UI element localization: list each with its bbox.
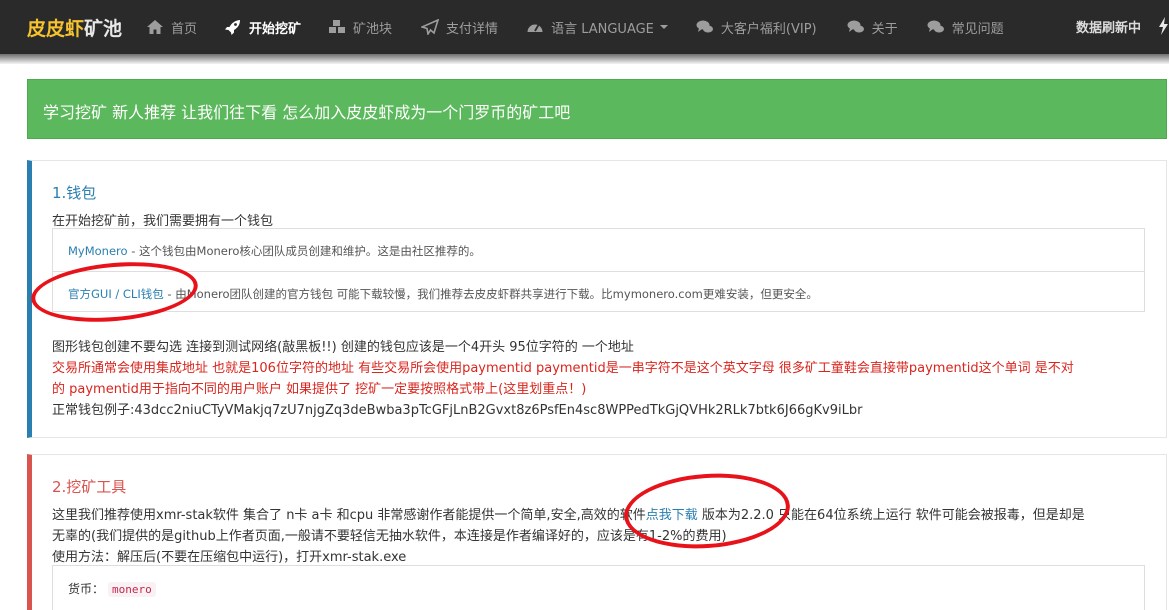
- nav-item-start-mining[interactable]: 开始挖矿: [224, 0, 301, 54]
- tools-description-line2: 无辜的(我们提供的是github上作者页面,一般请不要轻信无抽水软件，本连接是作…: [52, 529, 727, 544]
- nav-item-faq[interactable]: 常见问题: [927, 0, 1004, 54]
- cubes-icon: [328, 19, 346, 35]
- home-icon: [146, 19, 164, 35]
- wallet-panel: 1.钱包 在开始挖矿前，我们需要拥有一个钱包 MyMonero - 这个钱包由M…: [27, 160, 1167, 438]
- navbar-shadow: [0, 54, 1169, 64]
- brand-name-part1: 皮皮虾: [27, 18, 85, 40]
- coin-row: 货币： monero: [68, 580, 156, 597]
- paper-plane-icon: [421, 19, 440, 35]
- nav-item-payments[interactable]: 支付详情: [421, 0, 498, 54]
- nav-item-vip[interactable]: 大客户福利(VIP): [696, 0, 817, 54]
- data-refresh-status: 数据刷新中: [1076, 21, 1142, 36]
- nav-item-about[interactable]: 关于: [847, 0, 898, 54]
- bolt-icon: [1158, 17, 1169, 35]
- comments-icon: [696, 19, 714, 35]
- tools-description-line1: 这里我们推荐使用xmr-stak软件 集合了 n卡 a卡 和cpu 非常感谢作者…: [52, 504, 1085, 523]
- brand-logo[interactable]: 皮皮虾矿池: [27, 14, 122, 41]
- wallet-intro: 在开始挖矿前，我们需要拥有一个钱包: [52, 214, 274, 229]
- nav-item-label: 支付详情: [446, 21, 499, 37]
- dashboard-icon: [526, 19, 544, 35]
- coin-config-box: 货币： monero: [52, 565, 1145, 610]
- caret-down-icon: [659, 25, 668, 29]
- brand-name-part2: 矿池: [84, 18, 123, 40]
- nav-item-home[interactable]: 首页: [146, 0, 197, 54]
- coin-label: 货币：: [68, 582, 105, 596]
- nav-item-label: 关于: [871, 21, 898, 37]
- list-item-description: - 由Monero团队创建的官方钱包 可能下载较慢，我们推荐去皮皮虾群共享进行下…: [163, 287, 818, 301]
- mining-tools-panel: 2.挖矿工具 这里我们推荐使用xmr-stak软件 集合了 n卡 a卡 和cpu…: [27, 454, 1167, 610]
- top-navbar: 皮皮虾矿池 首页 开始挖矿 矿池块 支付详情 语言 LANGUAGE 大客户福利…: [0, 0, 1169, 54]
- nav-item-label: 大客户福利(VIP): [720, 21, 817, 37]
- exchange-warning-line2: 的 paymentid用于指向不同的用户账户 如果提供了 挖矿一定要按照格式带上…: [52, 382, 587, 397]
- list-item: MyMonero - 这个钱包由Monero核心团队成员创建和维护。这是由社区推…: [53, 229, 1144, 271]
- wallet-example-label: 正常钱包例子:: [52, 403, 135, 418]
- wallet-example: 正常钱包例子:43dcc2niuCTyVMakjq7zU7njgZq3deBwb…: [52, 399, 862, 418]
- list-item-description: - 这个钱包由Monero核心团队成员创建和维护。这是由社区推荐的。: [127, 244, 481, 258]
- banner-text: 学习挖矿 新人推荐 让我们往下看 怎么加入皮皮虾成为一个门罗币的矿工吧: [43, 103, 571, 122]
- rocket-icon: [224, 19, 242, 35]
- comments-icon: [927, 19, 945, 35]
- nav-item-pool-blocks[interactable]: 矿池块: [328, 0, 392, 54]
- exchange-warning-line1: 交易所通常会使用集成地址 也就是106位字符的地址 有些交易所会使用paymen…: [52, 361, 1074, 376]
- nav-item-label: 矿池块: [353, 21, 393, 37]
- mymonero-link[interactable]: MyMonero: [68, 244, 128, 258]
- nav-item-label: 首页: [171, 21, 198, 37]
- tools-usage: 使用方法：解压后(不要在压缩包中运行)，打开xmr-stak.exe: [52, 550, 407, 565]
- tools-description-text: 这里我们推荐使用xmr-stak软件 集合了 n卡 a卡 和cpu 非常感谢作者…: [52, 508, 646, 523]
- wallet-options-list: MyMonero - 这个钱包由Monero核心团队成员创建和维护。这是由社区推…: [52, 228, 1145, 312]
- comments-icon: [847, 19, 865, 35]
- nav-item-language-dropdown[interactable]: 语言 LANGUAGE: [526, 0, 668, 54]
- nav-item-label: 开始挖矿: [249, 21, 302, 37]
- wallet-section-title: 1.钱包: [52, 184, 97, 202]
- nav-item-label: 常见问题: [951, 21, 1004, 37]
- intro-banner: 学习挖矿 新人推荐 让我们往下看 怎么加入皮皮虾成为一个门罗币的矿工吧: [27, 79, 1167, 139]
- nav-item-label: 语言 LANGUAGE: [551, 21, 654, 37]
- wallet-note: 图形钱包创建不要勾选 连接到测试网络(敲黑板!!) 创建的钱包应该是一个4开头 …: [52, 340, 634, 355]
- list-item: 官方GUI / CLI钱包 - 由Monero团队创建的官方钱包 可能下载较慢，…: [53, 271, 1144, 313]
- coin-value: monero: [108, 582, 156, 597]
- wallet-example-address: 43dcc2niuCTyVMakjq7zU7njgZq3deBwba3pTcGF…: [134, 403, 863, 418]
- mining-tools-section-title: 2.挖矿工具: [52, 478, 127, 496]
